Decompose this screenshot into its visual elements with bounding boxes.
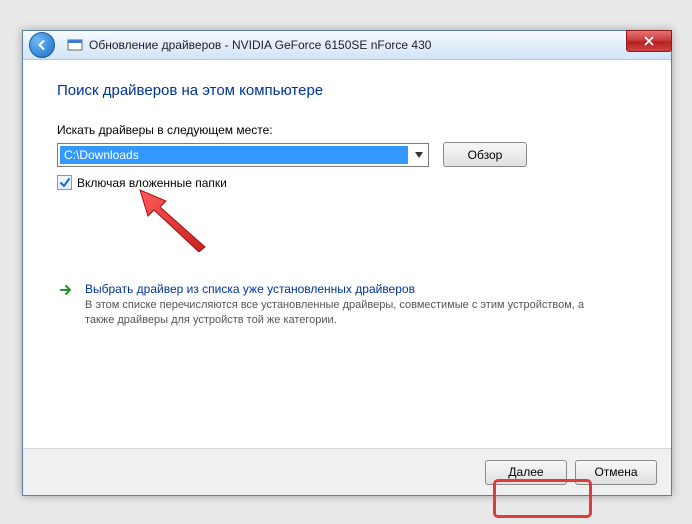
window-title: Обновление драйверов - NVIDIA GeForce 61… — [89, 38, 671, 52]
path-combobox[interactable]: C:\Downloads — [57, 143, 429, 167]
window-icon — [67, 37, 83, 53]
driver-update-window: Обновление драйверов - NVIDIA GeForce 61… — [22, 30, 672, 496]
include-subfolders-checkbox[interactable] — [57, 175, 72, 190]
path-label: Искать драйверы в следующем месте: — [57, 123, 637, 137]
arrow-right-icon — [59, 283, 75, 299]
path-value[interactable]: C:\Downloads — [60, 146, 408, 164]
option-desc: В этом списке перечисляются все установл… — [85, 298, 585, 328]
include-subfolders-label: Включая вложенные папки — [77, 176, 227, 190]
select-from-list-option[interactable]: Выбрать драйвер из списка уже установлен… — [57, 278, 637, 332]
dialog-body: Поиск драйверов на этом компьютере Искат… — [23, 60, 671, 332]
close-button[interactable] — [626, 30, 672, 52]
dialog-footer: Далее Отмена — [23, 448, 671, 495]
option-title: Выбрать драйвер из списка уже установлен… — [85, 282, 585, 296]
titlebar: Обновление драйверов - NVIDIA GeForce 61… — [23, 31, 671, 60]
back-button[interactable] — [29, 32, 55, 58]
browse-button[interactable]: Обзор — [443, 142, 527, 167]
cancel-button[interactable]: Отмена — [575, 460, 657, 485]
page-heading: Поиск драйверов на этом компьютере — [57, 82, 637, 99]
combo-dropdown-icon[interactable] — [410, 144, 428, 166]
next-button[interactable]: Далее — [485, 460, 567, 485]
